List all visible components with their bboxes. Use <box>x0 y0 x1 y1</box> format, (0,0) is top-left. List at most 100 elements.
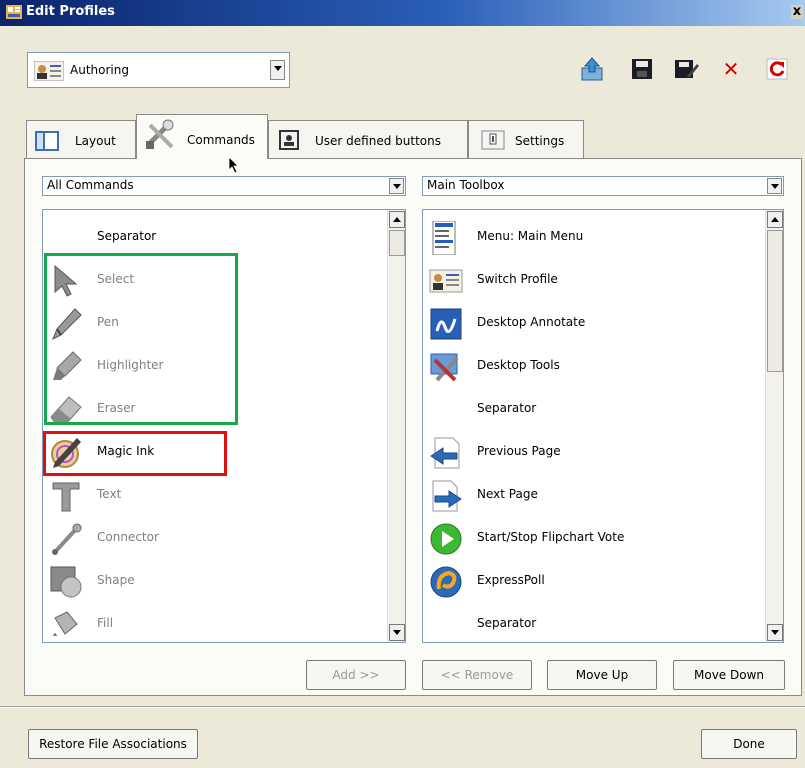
fill-icon <box>53 611 78 636</box>
upload-icon[interactable] <box>579 56 605 82</box>
list-item-label: Start/Stop Flipchart Vote <box>477 530 625 544</box>
list-item[interactable]: Desktop Annotate <box>423 302 765 345</box>
list-item[interactable]: Separator <box>423 603 765 642</box>
list-item-label: Separator <box>477 401 537 415</box>
eraser-icon <box>50 396 82 424</box>
list-item[interactable]: Highlighter <box>43 345 387 388</box>
tab-settings-label: Settings <box>515 134 565 148</box>
edit-profiles-window: Edit Profiles x Authoring ✕ Layout Comma… <box>0 0 805 768</box>
tab-layout-label: Layout <box>75 134 116 148</box>
list-item[interactable]: Switch Profile <box>423 259 765 302</box>
scroll-thumb[interactable] <box>389 230 405 256</box>
tab-user-defined-buttons-label: User defined buttons <box>315 134 441 148</box>
close-icon[interactable]: x <box>791 5 803 19</box>
next-page-icon <box>432 480 462 512</box>
expresspoll-icon <box>430 566 462 598</box>
list-item[interactable]: Desktop Tools <box>423 345 765 388</box>
list-item[interactable]: Separator <box>43 216 387 259</box>
cursor-icon <box>54 264 78 297</box>
title-bar[interactable]: Edit Profiles x <box>0 0 805 26</box>
annotate-icon <box>430 308 462 340</box>
list-item-label: Select <box>97 272 135 286</box>
list-item[interactable]: Select <box>43 259 387 302</box>
list-item-label: Switch Profile <box>477 272 558 286</box>
chevron-down-icon[interactable] <box>389 178 404 194</box>
scroll-up-icon[interactable] <box>767 211 783 228</box>
right-list-scrollbar[interactable] <box>765 210 783 642</box>
pen-icon <box>52 308 82 341</box>
list-item[interactable]: Magic Ink <box>43 431 387 474</box>
window-title: Edit Profiles <box>26 4 115 19</box>
menu-icon <box>432 221 456 255</box>
list-item-label: Next Page <box>477 487 538 501</box>
list-item-label: Previous Page <box>477 444 561 458</box>
scroll-up-icon[interactable] <box>389 211 405 228</box>
list-item-label: Fill <box>97 616 114 630</box>
right-filter-value: Main Toolbox <box>427 178 505 192</box>
tab-commands-label: Commands <box>187 133 255 147</box>
scroll-thumb[interactable] <box>767 230 783 372</box>
move-down-button[interactable]: Move Down <box>673 660 785 690</box>
list-item[interactable]: Separator <box>423 388 765 431</box>
chevron-down-icon[interactable] <box>767 178 782 194</box>
desktop-tools-icon <box>430 353 459 382</box>
reset-icon[interactable] <box>764 56 790 82</box>
list-item-label: Separator <box>97 229 157 243</box>
list-item-label: Pen <box>97 315 119 329</box>
user-icon <box>279 130 299 150</box>
delete-icon[interactable]: ✕ <box>718 56 744 82</box>
left-list-scrollbar[interactable] <box>387 210 405 642</box>
highlighter-icon <box>53 351 82 380</box>
scroll-down-icon[interactable] <box>389 624 405 641</box>
list-item[interactable]: Connector <box>43 517 387 560</box>
tools-icon <box>146 119 174 149</box>
list-item-label: Separator <box>477 616 537 630</box>
list-item[interactable]: Eraser <box>43 388 387 431</box>
done-button[interactable]: Done <box>701 729 797 759</box>
scroll-down-icon[interactable] <box>767 624 783 641</box>
tab-user-defined-buttons[interactable]: User defined buttons <box>268 120 468 158</box>
list-item-label: Desktop Tools <box>477 358 560 372</box>
list-item-label: Menu: Main Menu <box>477 229 584 243</box>
list-item[interactable]: Start/Stop Flipchart Vote <box>423 517 765 560</box>
play-icon <box>430 523 462 555</box>
profile-value: Authoring <box>70 63 129 77</box>
left-filter-select[interactable]: All Commands <box>42 176 406 196</box>
list-item[interactable]: Text <box>43 474 387 517</box>
list-item-label: ExpressPoll <box>477 573 545 587</box>
list-item-label: Eraser <box>97 401 136 415</box>
available-commands-list[interactable]: Separator Select Pen Highlighter Eraser … <box>42 209 406 643</box>
tab-settings[interactable]: Settings <box>468 120 584 158</box>
remove-button[interactable]: << Remove <box>422 660 532 690</box>
list-item[interactable]: Next Page <box>423 474 765 517</box>
magic-ink-icon <box>51 438 81 468</box>
profile-icon <box>429 269 463 293</box>
chevron-down-icon[interactable] <box>270 60 285 80</box>
list-item[interactable]: Pen <box>43 302 387 345</box>
right-filter-select[interactable]: Main Toolbox <box>422 176 784 196</box>
tab-commands[interactable]: Commands <box>136 114 268 159</box>
list-item-label: Highlighter <box>97 358 164 372</box>
list-item-label: Text <box>97 487 122 501</box>
toolbox-commands-list[interactable]: Menu: Main Menu Switch Profile Desktop A… <box>422 209 784 643</box>
list-item-label: Magic Ink <box>97 444 155 458</box>
restore-file-associations-button[interactable]: Restore File Associations <box>28 729 198 759</box>
list-item[interactable]: Previous Page <box>423 431 765 474</box>
list-item[interactable]: Shape <box>43 560 387 603</box>
list-item[interactable]: Menu: Main Menu <box>423 216 765 259</box>
add-button[interactable]: Add >> <box>306 660 406 690</box>
tab-layout[interactable]: Layout <box>26 120 136 158</box>
cursor-icon <box>228 156 239 174</box>
list-item-label: Shape <box>97 573 135 587</box>
settings-icon <box>481 130 505 150</box>
commands-pane: All Commands Main Toolbox Separator Sele… <box>24 158 802 696</box>
profile-select[interactable]: Authoring <box>27 52 290 88</box>
list-item[interactable]: ExpressPoll <box>423 560 765 603</box>
list-item[interactable]: Fill <box>43 603 387 642</box>
save-icon[interactable] <box>629 56 655 82</box>
layout-icon <box>35 131 59 151</box>
save-edit-icon[interactable] <box>673 56 699 82</box>
shape-icon <box>50 566 82 598</box>
list-item-label: Connector <box>97 530 159 544</box>
move-up-button[interactable]: Move Up <box>547 660 657 690</box>
